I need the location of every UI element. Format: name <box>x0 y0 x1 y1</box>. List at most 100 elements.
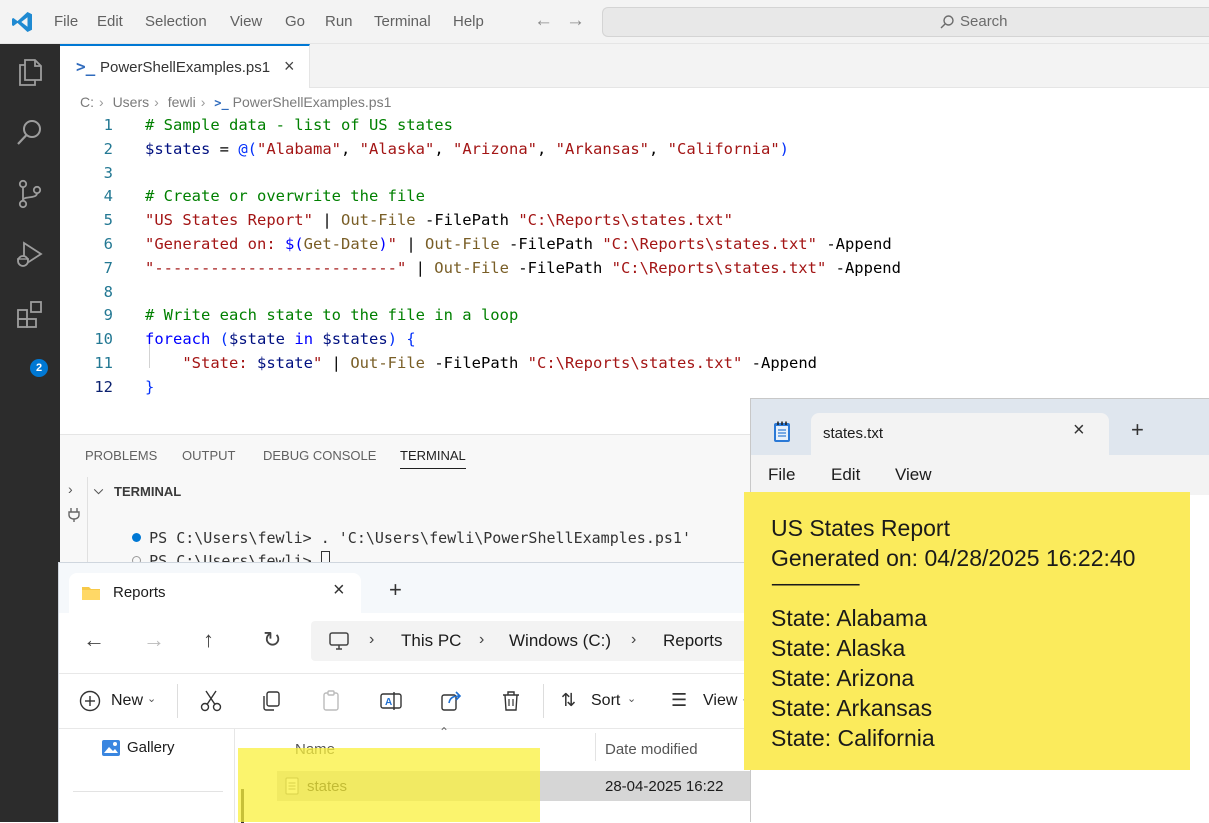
editor-tab-label: PowerShellExamples.ps1 <box>100 59 271 76</box>
explorer-tab-label: Reports <box>113 584 166 601</box>
chevron-down-icon: ⌵ <box>94 483 104 497</box>
breadcrumb-item-file[interactable]: PowerShellExamples.ps1 <box>233 94 392 110</box>
share-icon[interactable] <box>439 689 463 713</box>
line-number: 2 <box>103 139 113 158</box>
breadcrumb-item-drive[interactable]: C: <box>80 94 94 110</box>
terminal-sidebar: › <box>60 477 88 565</box>
breadcrumb-item-users[interactable]: Users <box>113 94 150 110</box>
new-button[interactable]: New ⌄ <box>79 689 159 715</box>
menu-edit[interactable]: Edit <box>97 13 123 30</box>
extensions-icon[interactable] <box>14 298 46 330</box>
forward-arrow-icon[interactable]: → <box>143 627 165 653</box>
line-number: 10 <box>94 330 113 349</box>
gallery-icon <box>102 740 120 756</box>
address-bar[interactable]: › This PC › Windows (C:) › Reports <box>311 621 751 661</box>
copy-icon[interactable] <box>259 689 283 713</box>
address-segment-drive[interactable]: Windows (C:) <box>509 631 611 651</box>
explorer-navigation-row: ← → ↑ ↻ › This PC › Windows (C:) › Repor… <box>59 613 753 673</box>
notepad-line: State: Alaska <box>771 635 906 661</box>
column-header-date-modified[interactable]: Date modified <box>605 741 698 758</box>
plus-circle-icon <box>79 690 101 712</box>
rename-icon[interactable]: A <box>379 689 403 713</box>
source-control-icon[interactable] <box>14 178 46 210</box>
powershell-file-icon: >_ <box>76 57 96 76</box>
chevron-right-icon[interactable]: › <box>68 481 73 497</box>
editor-tab-powershellexamples[interactable]: >_ PowerShellExamples.ps1 × <box>60 44 310 88</box>
menu-run[interactable]: Run <box>325 13 353 30</box>
line-number: 11 <box>94 353 113 372</box>
close-icon[interactable]: × <box>333 579 345 602</box>
file-date-modified: 28-04-2025 16:22 <box>605 778 724 795</box>
tab-output[interactable]: OUTPUT <box>182 448 235 463</box>
back-arrow-icon[interactable]: ← <box>83 627 105 653</box>
highlight-overlay <box>238 748 540 822</box>
new-tab-plus-icon[interactable]: + <box>389 579 402 601</box>
tab-debug-console[interactable]: DEBUG CONSOLE <box>263 448 376 463</box>
breadcrumb: C: › Users › fewli › >_ PowerShellExamples.… <box>80 94 392 110</box>
notepad-line: State: Arkansas <box>771 695 933 721</box>
new-tab-plus-icon[interactable]: + <box>1131 419 1144 441</box>
menu-help[interactable]: Help <box>453 13 484 30</box>
command-center-search[interactable]: Search <box>602 7 1209 37</box>
extensions-badge: 2 <box>30 359 48 377</box>
menu-view[interactable]: View <box>230 13 262 30</box>
nav-divider <box>73 791 223 792</box>
code-text: "--------------------------" | Out-File … <box>145 258 901 277</box>
paste-icon[interactable] <box>319 689 343 713</box>
tab-problems[interactable]: PROBLEMS <box>85 448 157 463</box>
menu-terminal[interactable]: Terminal <box>374 13 431 30</box>
delete-trash-icon[interactable] <box>499 689 523 713</box>
address-segment-this-pc[interactable]: This PC <box>401 631 461 651</box>
code-editor[interactable]: C: › Users › fewli › >_ PowerShellExamples.… <box>60 88 1209 434</box>
notepad-app-icon <box>774 421 790 442</box>
code-text: # Create or overwrite the file <box>145 187 425 206</box>
run-debug-icon[interactable] <box>14 239 46 271</box>
chevron-right-icon: › <box>369 631 375 648</box>
line-number: 4 <box>103 187 113 206</box>
terminal-header-label: TERMINAL <box>114 484 182 499</box>
search-icon[interactable] <box>14 116 46 148</box>
line-number: 7 <box>103 258 113 277</box>
address-segment-reports[interactable]: Reports <box>663 631 723 651</box>
code-text: $states = @("Alabama", "Alaska", "Arizon… <box>145 139 789 158</box>
column-divider[interactable] <box>595 733 596 761</box>
sort-up-chevron-icon: ⌃ <box>439 725 450 739</box>
line-number: 9 <box>103 306 113 325</box>
menu-go[interactable]: Go <box>285 13 305 30</box>
refresh-icon[interactable]: ↻ <box>263 627 281 653</box>
toolbar-divider <box>177 684 178 718</box>
chevron-right-icon: › <box>479 631 485 648</box>
sort-button[interactable]: ⇅ Sort ⌄ <box>561 689 641 715</box>
line-number: 5 <box>103 211 113 230</box>
monitor-icon <box>329 632 349 650</box>
code-text: "State: $state" | Out-File -FilePath "C:… <box>182 353 817 372</box>
breadcrumb-item-user[interactable]: fewli <box>168 94 196 110</box>
menu-selection[interactable]: Selection <box>145 13 207 30</box>
close-icon[interactable]: × <box>284 56 295 77</box>
notepad-tab-states-txt[interactable]: states.txt × <box>811 413 1109 455</box>
search-icon <box>940 14 954 28</box>
new-button-label: New <box>111 692 144 709</box>
indent-guide <box>149 344 150 368</box>
up-arrow-icon[interactable]: ↑ <box>203 627 214 653</box>
notepad-menu-edit[interactable]: Edit <box>831 465 860 485</box>
explorer-files-icon[interactable] <box>14 56 46 88</box>
nav-item-gallery[interactable]: Gallery <box>99 737 219 763</box>
nav-item-label: Gallery <box>127 739 175 756</box>
notepad-menu-file[interactable]: File <box>768 465 795 485</box>
view-button[interactable]: ☰ View ⌄ <box>671 689 753 715</box>
cut-icon[interactable] <box>199 689 223 713</box>
tab-terminal[interactable]: TERMINAL <box>400 448 466 469</box>
code-text: # Sample data - list of US states <box>145 116 453 134</box>
notepad-menu-view[interactable]: View <box>895 465 932 485</box>
explorer-tab-reports[interactable]: Reports × <box>69 573 361 613</box>
menu-file[interactable]: File <box>54 13 78 30</box>
forward-arrow-icon[interactable]: → <box>566 10 585 32</box>
navigation-pane: Gallery <box>59 729 235 823</box>
code-text: "US States Report" | Out-File -FilePath … <box>145 211 733 230</box>
sort-button-label: Sort <box>591 692 621 709</box>
notepad-tab-label: states.txt <box>823 425 884 442</box>
notepad-tab-strip: states.txt × + <box>751 399 1209 455</box>
back-arrow-icon[interactable]: ← <box>534 10 553 32</box>
close-icon[interactable]: × <box>1073 419 1085 442</box>
